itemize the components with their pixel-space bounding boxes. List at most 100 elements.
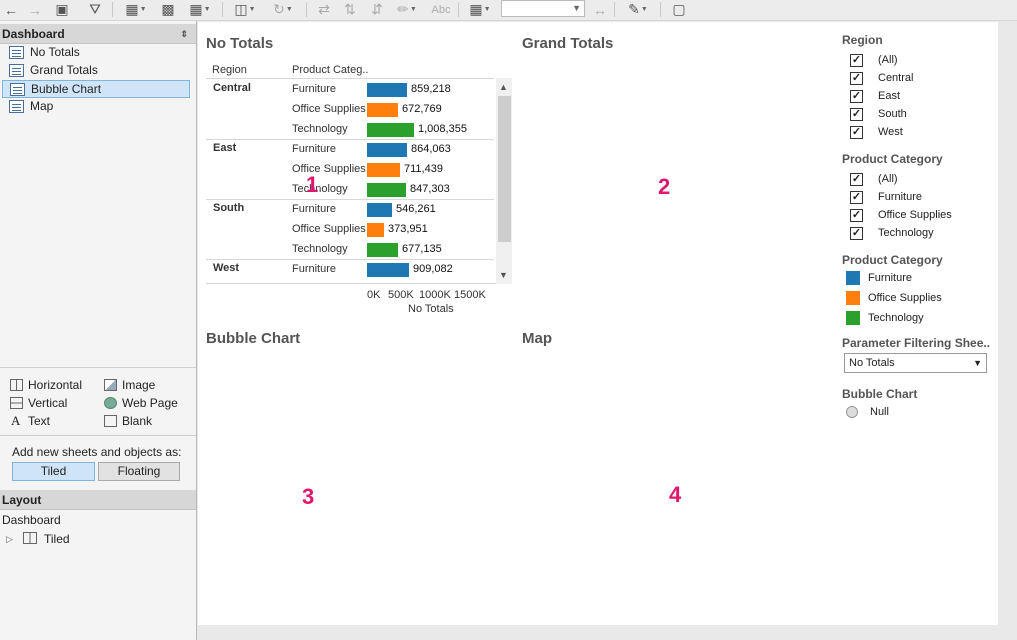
color-legend-item[interactable]: Furniture — [846, 271, 912, 287]
bar-mark[interactable] — [367, 83, 407, 97]
image-icon — [104, 379, 117, 391]
scroll-up-icon[interactable]: ▲ — [499, 82, 508, 92]
fit-dropdown[interactable]: ▼ — [501, 0, 585, 17]
region-label[interactable]: Central — [213, 82, 251, 94]
color-legend-item[interactable]: Technology — [846, 311, 924, 327]
object-horizontal[interactable]: Horizontal — [8, 376, 82, 394]
bar-mark[interactable] — [367, 103, 398, 117]
sort-desc-icon[interactable]: ⇵ — [366, 1, 388, 18]
swap-icon[interactable]: ⇄ — [315, 1, 333, 18]
show-me-icon[interactable]: ▦ ▼ — [464, 1, 496, 18]
tiled-button[interactable]: Tiled — [12, 462, 95, 481]
checkbox-checked-icon[interactable]: ✓ — [850, 126, 863, 139]
pin-icon[interactable]: ↔ — [590, 1, 610, 18]
checkbox-checked-icon[interactable]: ✓ — [850, 191, 863, 204]
category-label[interactable]: Office Supplies — [292, 223, 366, 235]
data-icon[interactable]: ◫ ▼ — [230, 1, 260, 18]
bar-mark[interactable] — [367, 143, 407, 157]
layout-tree-tiled[interactable]: ▷ Tiled — [6, 531, 70, 549]
category-label[interactable]: Technology — [292, 183, 348, 195]
expand-icon[interactable]: ▷ — [6, 531, 13, 547]
object-label: Blank — [122, 414, 153, 428]
sheet-item-no-totals[interactable]: No Totals — [2, 44, 190, 62]
object-text[interactable]: A Text — [8, 412, 50, 430]
parameter-dropdown[interactable]: No Totals ▼ — [844, 353, 987, 373]
category-label[interactable]: Furniture — [292, 143, 336, 155]
scroll-thumb[interactable] — [498, 96, 511, 242]
bar-mark[interactable] — [367, 183, 406, 197]
sort-arrows-icon[interactable]: ⇕ — [180, 24, 188, 44]
category-label[interactable]: Furniture — [292, 263, 336, 275]
category-label[interactable]: Technology — [292, 243, 348, 255]
sheet-item-grand-totals[interactable]: Grand Totals — [2, 62, 190, 80]
duplicate-icon[interactable]: ▩ — [158, 1, 178, 18]
zone-title-grand-totals[interactable]: Grand Totals — [522, 35, 613, 52]
bubble-legend-item[interactable]: Null — [846, 405, 889, 421]
floating-button[interactable]: Floating — [98, 462, 180, 481]
bar-mark[interactable] — [367, 243, 398, 257]
sheet-item-map[interactable]: Map — [2, 98, 190, 116]
label-icon[interactable]: Abc — [428, 1, 454, 18]
scroll-down-icon[interactable]: ▼ — [499, 270, 508, 280]
region-option[interactable]: ✓ South — [850, 107, 907, 123]
object-image[interactable]: Image — [102, 376, 155, 394]
bar-mark[interactable] — [367, 123, 414, 137]
highlight-icon[interactable]: ✏ ▼ — [392, 1, 422, 18]
dashboard-panel-header: Dashboard ⇕ — [0, 24, 196, 44]
zone-title-bubble-chart[interactable]: Bubble Chart — [206, 330, 300, 347]
sort-asc-icon[interactable]: ⇅ — [341, 1, 359, 18]
region-option[interactable]: ✓ West — [850, 125, 903, 141]
region-label[interactable]: West — [213, 262, 239, 274]
category-label[interactable]: Furniture — [292, 83, 336, 95]
bar-value-label: 1,008,355 — [418, 123, 467, 135]
refresh-icon[interactable]: ↻ ▼ — [268, 1, 298, 18]
region-option[interactable]: ✓ (All) — [850, 53, 898, 69]
color-legend-item[interactable]: Office Supplies — [846, 291, 942, 307]
zone-title-map[interactable]: Map — [522, 330, 552, 347]
layout-tree-root[interactable]: Dashboard — [2, 513, 61, 527]
data-source-icon[interactable]: ⛛ — [86, 1, 104, 18]
presentation-icon[interactable]: ▢ — [668, 1, 690, 18]
object-vertical[interactable]: Vertical — [8, 394, 67, 412]
checkbox-checked-icon[interactable]: ✓ — [850, 72, 863, 85]
region-option[interactable]: ✓ Central — [850, 71, 913, 87]
checkbox-checked-icon[interactable]: ✓ — [850, 173, 863, 186]
category-option[interactable]: ✓ Furniture — [850, 190, 922, 206]
sheet-item-bubble-chart[interactable]: Bubble Chart — [2, 80, 190, 98]
save-icon[interactable]: ▣ — [53, 1, 71, 18]
back-icon[interactable]: ← — [2, 1, 20, 18]
bar-mark[interactable] — [367, 203, 392, 217]
checkbox-checked-icon[interactable]: ✓ — [850, 90, 863, 103]
chevron-down-icon: ▼ — [572, 3, 581, 13]
bar-mark[interactable] — [367, 223, 384, 237]
no-totals-chart[interactable]: Region Product Categ.. Central Furniture 8… — [198, 22, 518, 322]
category-label[interactable]: Furniture — [292, 203, 336, 215]
category-label[interactable]: Technology — [292, 123, 348, 135]
checkbox-checked-icon[interactable]: ✓ — [850, 54, 863, 67]
chevron-down-icon: ▼ — [973, 358, 982, 368]
bar-mark[interactable] — [367, 263, 409, 277]
object-blank[interactable]: Blank — [102, 412, 152, 430]
category-option[interactable]: ✓ Technology — [850, 226, 934, 242]
layout-tree-label: Tiled — [44, 532, 70, 546]
bar-value-label: 373,951 — [388, 223, 428, 235]
new-sheet-icon[interactable]: ▦ ▼ — [120, 1, 152, 18]
checkbox-checked-icon[interactable]: ✓ — [850, 209, 863, 222]
region-label[interactable]: South — [213, 202, 244, 214]
row-divider — [206, 139, 494, 140]
checkbox-checked-icon[interactable]: ✓ — [850, 108, 863, 121]
region-option[interactable]: ✓ East — [850, 89, 900, 105]
clear-sheet-icon[interactable]: ▦ ▼ — [184, 1, 216, 18]
color-legend-label: Office Supplies — [868, 292, 942, 304]
vertical-scrollbar[interactable]: ▲ ▼ — [496, 78, 512, 284]
pen-icon[interactable]: ✎ ▼ — [622, 1, 654, 18]
category-option[interactable]: ✓ Office Supplies — [850, 208, 952, 224]
forward-icon[interactable]: → — [26, 1, 44, 18]
category-label[interactable]: Office Supplies — [292, 103, 366, 115]
checkbox-checked-icon[interactable]: ✓ — [850, 227, 863, 240]
region-label[interactable]: East — [213, 142, 236, 154]
bar-mark[interactable] — [367, 163, 400, 177]
category-option[interactable]: ✓ (All) — [850, 172, 898, 188]
object-web-page[interactable]: Web Page — [102, 394, 178, 412]
category-label[interactable]: Office Supplies — [292, 163, 366, 175]
